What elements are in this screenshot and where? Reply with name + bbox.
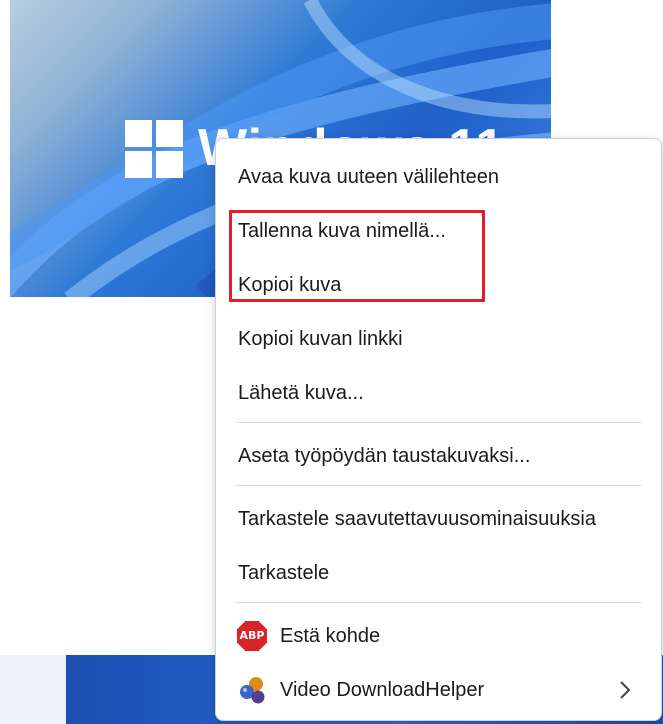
adblock-plus-icon: ABP (236, 620, 268, 652)
menu-item-label: Video DownloadHelper (280, 678, 485, 701)
adblock-plus-icon-text: ABP (239, 629, 265, 642)
chevron-right-icon (620, 681, 631, 699)
menu-item-copy-image[interactable]: Kopioi kuva (216, 259, 661, 311)
menu-item-label: Aseta työpöydän taustakuvaksi... (238, 444, 531, 467)
menu-item-label: Avaa kuva uuteen välilehteen (238, 165, 499, 188)
menu-separator (236, 485, 641, 486)
menu-item-open-image-new-tab[interactable]: Avaa kuva uuteen välilehteen (216, 151, 661, 203)
menu-item-label: Kopioi kuvan linkki (238, 327, 403, 350)
menu-item-video-downloadhelper[interactable]: Video DownloadHelper (216, 664, 661, 716)
menu-item-block-element[interactable]: ABP Estä kohde (216, 610, 661, 662)
menu-item-send-image[interactable]: Lähetä kuva... (216, 367, 661, 419)
windows-logo-icon (125, 120, 183, 178)
menu-separator (236, 602, 641, 603)
menu-item-label: Tarkastele (238, 561, 330, 584)
context-menu: Avaa kuva uuteen välilehteen Tallenna ku… (215, 138, 662, 721)
menu-separator (236, 422, 641, 423)
menu-item-label: Tallenna kuva nimellä... (238, 219, 446, 242)
menu-item-inspect-accessibility[interactable]: Tarkastele saavutettavuusominaisuuksia (216, 493, 661, 545)
menu-item-inspect[interactable]: Tarkastele (216, 547, 661, 599)
menu-item-label: Kopioi kuva (238, 273, 342, 296)
menu-item-label: Lähetä kuva... (238, 381, 364, 404)
menu-item-set-as-desktop-background[interactable]: Aseta työpöydän taustakuvaksi... (216, 430, 661, 482)
video-downloadhelper-icon (236, 674, 268, 706)
menu-item-save-image-as[interactable]: Tallenna kuva nimellä... (216, 205, 661, 257)
menu-item-label: Tarkastele saavutettavuusominaisuuksia (238, 507, 596, 530)
menu-item-copy-image-link[interactable]: Kopioi kuvan linkki (216, 313, 661, 365)
menu-item-label: Estä kohde (280, 624, 381, 647)
